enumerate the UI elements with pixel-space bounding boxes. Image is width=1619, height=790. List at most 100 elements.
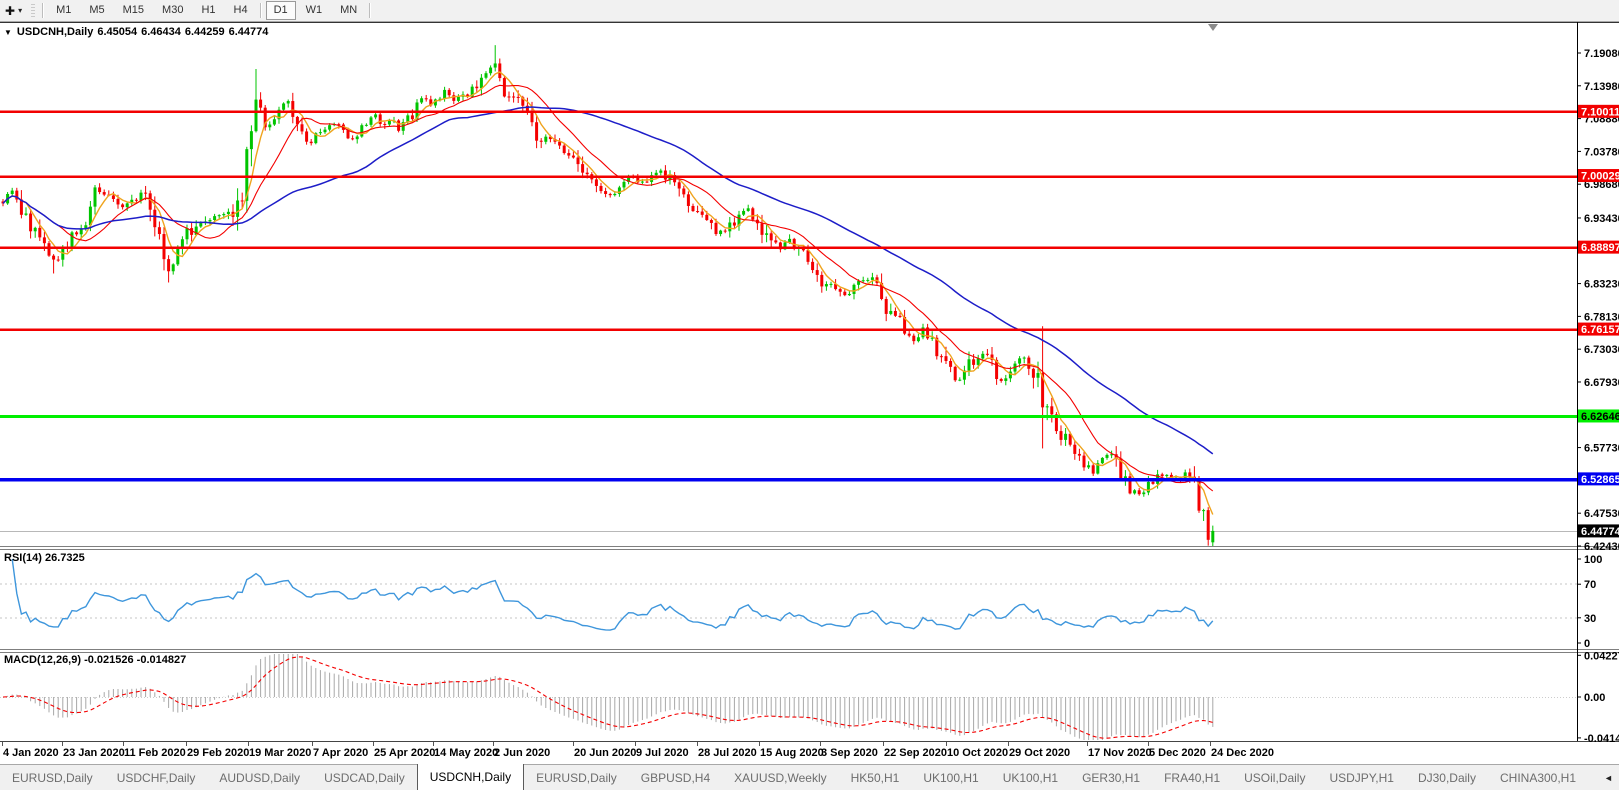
- date-tick: [312, 742, 313, 746]
- chart-tab-ger30-h1[interactable]: GER30,H1: [1070, 765, 1152, 790]
- date-tick: [883, 742, 884, 746]
- date-label: 10 Oct 2020: [947, 747, 1009, 759]
- close-value: 6.44774: [228, 26, 269, 38]
- svg-text:6.73030: 6.73030: [1584, 344, 1619, 356]
- date-label: 24 Dec 2020: [1211, 747, 1274, 759]
- timeframe-button-m30[interactable]: M30: [154, 1, 191, 20]
- chevron-down-icon[interactable]: ▾: [18, 6, 22, 15]
- toolbar-grip[interactable]: [31, 3, 36, 18]
- date-tick: [2, 742, 3, 746]
- date-tick: [433, 742, 434, 746]
- macd-indicator-label: MACD(12,26,9) -0.021526 -0.014827: [4, 654, 187, 666]
- date-tick: [573, 742, 574, 746]
- chart-tab-uk100-h1[interactable]: UK100,H1: [911, 765, 990, 790]
- date-label: 5 Dec 2020: [1149, 747, 1206, 759]
- chart-tab-usdcad-daily[interactable]: USDCAD,Daily: [312, 765, 417, 790]
- trading-app-window: ✚ ▾ M1M5M15M30H1H4 D1W1MN 7.19080 7.13980 7…: [0, 0, 1619, 790]
- chart-tab-usdchf-daily[interactable]: USDCHF,Daily: [105, 765, 208, 790]
- chart-tab-usdjpy-h1[interactable]: USDJPY,H1: [1317, 765, 1405, 790]
- svg-text:6.47530: 6.47530: [1584, 508, 1619, 520]
- date-label: 20 Jun 2020: [574, 747, 637, 759]
- collapse-triangle-icon[interactable]: ▼: [4, 28, 12, 37]
- rsi-indicator-label: RSI(14) 26.7325: [4, 552, 85, 564]
- svg-text:7.00029: 7.00029: [1581, 171, 1619, 183]
- date-label: 25 Apr 2020: [374, 747, 436, 759]
- date-tick: [62, 742, 63, 746]
- svg-text:7.13980: 7.13980: [1584, 81, 1619, 93]
- low-value: 6.44259: [184, 26, 225, 38]
- date-tick: [1210, 742, 1211, 746]
- date-tick: [697, 742, 698, 746]
- chart-tab-usoil-daily[interactable]: USOil,Daily: [1232, 765, 1317, 790]
- timeframe-button-m1[interactable]: M1: [48, 1, 79, 20]
- chart-tab-usdcnh-daily[interactable]: USDCNH,Daily: [416, 764, 525, 790]
- svg-text:100: 100: [1584, 554, 1602, 566]
- date-tick: [820, 742, 821, 746]
- date-tick: [1148, 742, 1149, 746]
- chart-tab-uk100-h1[interactable]: UK100,H1: [991, 765, 1070, 790]
- svg-text:0: 0: [1584, 638, 1590, 650]
- chart-tab-eurusd-daily[interactable]: EURUSD,Daily: [0, 765, 105, 790]
- timeframe-button-m5[interactable]: M5: [81, 1, 112, 20]
- symbol-period-label: USDCNH,Daily: [16, 26, 94, 38]
- svg-text:7.19080: 7.19080: [1584, 48, 1619, 60]
- chart-tab-fra40-h1[interactable]: FRA40,H1: [1152, 765, 1232, 790]
- timeframe-button-m15[interactable]: M15: [115, 1, 152, 20]
- tab-scroll-left-icon[interactable]: ◄: [1600, 773, 1617, 783]
- svg-text:6.42430: 6.42430: [1584, 541, 1619, 553]
- svg-text:0.042275: 0.042275: [1584, 650, 1619, 662]
- timeframe-button-mn[interactable]: MN: [332, 1, 365, 20]
- price-chart-svg[interactable]: 7.190807.139807.088807.037806.986806.934…: [0, 0, 1619, 742]
- chart-tab-eurusd-daily[interactable]: EURUSD,Daily: [524, 765, 629, 790]
- high-value: 6.46434: [141, 26, 181, 38]
- svg-text:6.78130: 6.78130: [1584, 311, 1619, 323]
- toolbar-separator: [369, 3, 372, 18]
- svg-text:6.44774: 6.44774: [1581, 526, 1619, 538]
- date-label: 3 Sep 2020: [821, 747, 878, 759]
- timeframe-button-h1[interactable]: H1: [193, 1, 223, 20]
- date-label: 19 Mar 2020: [249, 747, 312, 759]
- date-tick: [635, 742, 636, 746]
- open-value: 6.45054: [97, 26, 138, 38]
- timeframe-button-d1[interactable]: D1: [265, 1, 296, 20]
- date-tick: [1087, 742, 1088, 746]
- date-label: 11 Feb 2020: [124, 747, 186, 759]
- date-label: 7 Apr 2020: [313, 747, 369, 759]
- date-tick: [186, 742, 187, 746]
- date-label: 28 Jul 2020: [698, 747, 757, 759]
- date-label: 22 Sep 2020: [884, 747, 947, 759]
- chart-tab-dj30-daily[interactable]: DJ30,Daily: [1406, 765, 1488, 790]
- chart-tabbar: EURUSD,Daily USDCHF,Daily AUDUSD,Daily USDC…: [0, 764, 1619, 790]
- chart-tab-china300-h1[interactable]: CHINA300,H1: [1488, 765, 1588, 790]
- date-label: 9 Jul 2020: [636, 747, 689, 759]
- date-tick: [373, 742, 374, 746]
- chart-tab-gbpusd-h4[interactable]: GBPUSD,H4: [629, 765, 722, 790]
- svg-text:0.00: 0.00: [1584, 692, 1605, 704]
- date-tick: [759, 742, 760, 746]
- timeframe-button-h4[interactable]: H4: [226, 1, 256, 20]
- date-label: 14 May 2020: [434, 747, 499, 759]
- date-axis[interactable]: 4 Jan 2020 23 Jan 2020 11 Feb 2020 29 Feb 2…: [0, 742, 1619, 764]
- chart-ohlc-title[interactable]: ▼ USDCNH,Daily 6.45054 6.46434 6.44259 6.4477…: [4, 26, 272, 38]
- svg-text:6.67930: 6.67930: [1584, 377, 1619, 389]
- chart-tab-us[interactable]: US: [1588, 765, 1600, 790]
- timeframe-button-w1[interactable]: W1: [298, 1, 331, 20]
- date-tick: [248, 742, 249, 746]
- date-label: 4 Jan 2020: [3, 747, 59, 759]
- date-tick: [946, 742, 947, 746]
- date-tick: [123, 742, 124, 746]
- date-label: 29 Feb 2020: [187, 747, 250, 759]
- chart-tab-hk50-h1[interactable]: HK50,H1: [839, 765, 912, 790]
- chart-tab-audusd-daily[interactable]: AUDUSD,Daily: [207, 765, 312, 790]
- tab-scroll-arrows: ◄►: [1600, 765, 1619, 790]
- svg-text:6.57730: 6.57730: [1584, 443, 1619, 455]
- svg-text:6.88897: 6.88897: [1581, 242, 1619, 254]
- svg-text:7.10011: 7.10011: [1581, 106, 1619, 118]
- svg-text:70: 70: [1584, 579, 1596, 591]
- cursor-tool-button[interactable]: ✚ ▾: [2, 4, 25, 18]
- chart-tab-xauusd-weekly[interactable]: XAUUSD,Weekly: [722, 765, 838, 790]
- date-label: 15 Aug 2020: [760, 747, 824, 759]
- date-tick: [493, 742, 494, 746]
- date-label: 23 Jan 2020: [63, 747, 125, 759]
- date-label: 17 Nov 2020: [1088, 747, 1152, 759]
